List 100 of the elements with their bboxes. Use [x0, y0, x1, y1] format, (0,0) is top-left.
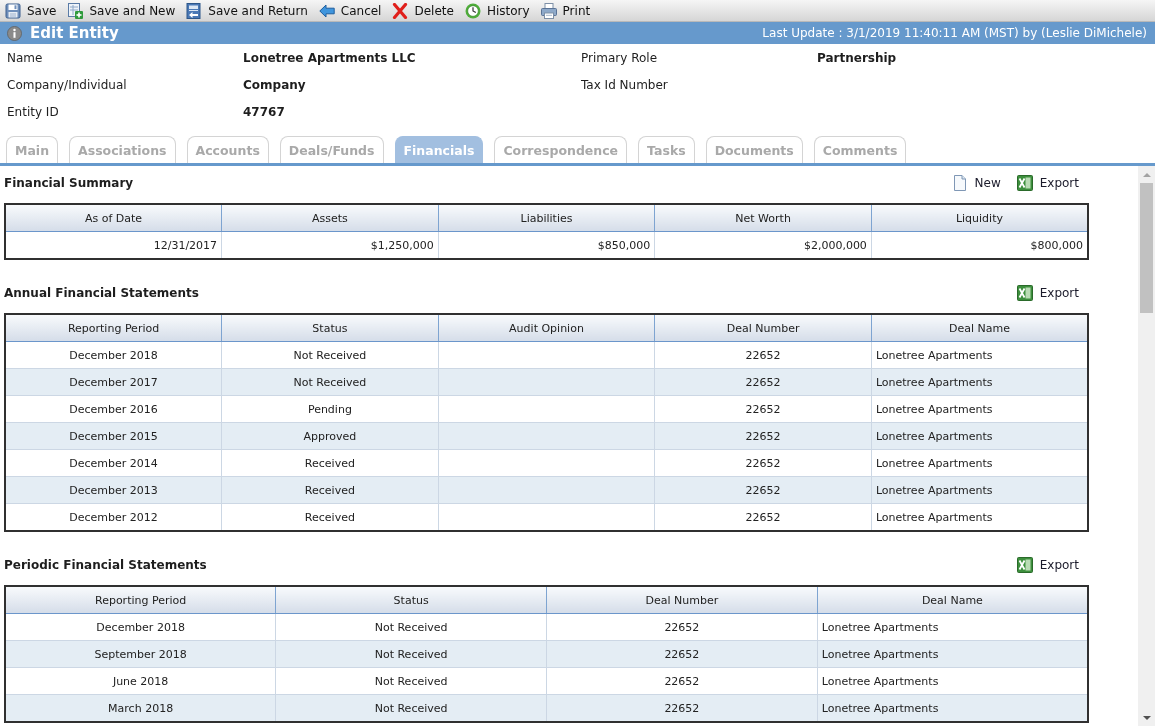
- table-cell: Lonetree Apartments: [817, 640, 1088, 668]
- export-link[interactable]: Export: [1016, 285, 1079, 301]
- table-cell: $1,250,000: [221, 231, 439, 259]
- table-cell: September 2018: [5, 640, 276, 668]
- table-cell: Received: [221, 503, 439, 531]
- table-cell: December 2013: [5, 476, 222, 504]
- column-header: Deal Name: [871, 314, 1088, 342]
- column-header: Liquidity: [871, 204, 1088, 232]
- cross-icon: [392, 2, 409, 19]
- table-cell: 22652: [654, 368, 872, 396]
- column-header: Deal Number: [546, 586, 818, 614]
- table-cell: $2,000,000: [654, 231, 872, 259]
- column-header: Status: [221, 314, 439, 342]
- column-header: Deal Name: [817, 586, 1088, 614]
- scrollbar[interactable]: [1138, 166, 1155, 726]
- delete-button[interactable]: Delete: [389, 0, 457, 21]
- page-title: Edit Entity: [30, 24, 119, 42]
- table-cell: December 2018: [5, 341, 222, 369]
- field-value: Partnership: [817, 50, 898, 65]
- table-cell: 22652: [654, 341, 872, 369]
- save-and-new-button[interactable]: Save and New: [64, 0, 179, 21]
- table-cell: June 2018: [5, 667, 276, 695]
- table-cell: Received: [221, 449, 439, 477]
- table-cell: Not Received: [221, 368, 439, 396]
- spreadsheet-icon: [1016, 557, 1033, 573]
- column-header: Deal Number: [654, 314, 872, 342]
- table-cell: 22652: [654, 395, 872, 423]
- save-and-return-button[interactable]: Save and Return: [183, 0, 311, 21]
- printer-icon: [540, 2, 557, 19]
- table-cell: Not Received: [221, 341, 439, 369]
- field-label: Company/Individual: [7, 77, 128, 92]
- section-title: Financial Summary: [4, 176, 134, 190]
- field-value: Company: [243, 77, 307, 92]
- column-header: Reporting Period: [5, 314, 222, 342]
- field-value: Lonetree Apartments LLC: [243, 50, 417, 65]
- column-header: As of Date: [5, 204, 222, 232]
- column-header: Reporting Period: [5, 586, 276, 614]
- spreadsheet-icon: [1016, 175, 1033, 191]
- table-cell: Not Received: [275, 694, 547, 722]
- column-header: Net Worth: [654, 204, 872, 232]
- info-icon: [7, 25, 22, 41]
- table-cell: December 2015: [5, 422, 222, 450]
- table-cell: Not Received: [275, 640, 547, 668]
- table-cell: $850,000: [438, 231, 655, 259]
- export-link[interactable]: Export: [1016, 557, 1079, 573]
- table-cell: Lonetree Apartments: [871, 476, 1088, 504]
- scrollbar-thumb[interactable]: [1140, 183, 1153, 313]
- table-cell: 22652: [546, 694, 818, 722]
- document-plus-icon: [67, 2, 84, 19]
- table-cell: 12/31/2017: [5, 231, 222, 259]
- field-label: Name: [7, 50, 44, 65]
- table-cell: Received: [221, 476, 439, 504]
- table-cell: Lonetree Apartments: [871, 341, 1088, 369]
- table-cell: 22652: [654, 476, 872, 504]
- field-label: Entity ID: [7, 104, 60, 119]
- table-cell: 22652: [654, 503, 872, 531]
- table-cell: Lonetree Apartments: [871, 368, 1088, 396]
- table-cell: December 2018: [5, 613, 276, 641]
- table-cell: 22652: [654, 422, 872, 450]
- table-cell: Pending: [221, 395, 439, 423]
- table-cell: Lonetree Apartments: [817, 694, 1088, 722]
- field-label: Tax Id Number: [581, 77, 669, 92]
- scroll-down-arrow-icon[interactable]: [1142, 715, 1151, 720]
- table-cell: Lonetree Apartments: [871, 422, 1088, 450]
- table-cell: Not Received: [275, 667, 547, 695]
- last-update-text: Last Update : 3/1/2019 11:40:11 AM (MST) by (Leslie DiMichele): [762, 26, 1147, 40]
- table-cell: Lonetree Apartments: [817, 667, 1088, 695]
- table-cell: December 2016: [5, 395, 222, 423]
- table-cell: Approved: [221, 422, 439, 450]
- clock-icon: [464, 2, 481, 19]
- section-title: Periodic Financial Statements: [4, 558, 207, 572]
- section-title: Annual Financial Statements: [4, 286, 199, 300]
- column-header: Status: [275, 586, 547, 614]
- table-cell: December 2012: [5, 503, 222, 531]
- table-cell: Lonetree Apartments: [871, 449, 1088, 477]
- history-button[interactable]: History: [461, 0, 533, 21]
- table-cell: March 2018: [5, 694, 276, 722]
- table-cell: 22652: [546, 640, 818, 668]
- print-button[interactable]: Print: [537, 0, 594, 21]
- table-cell: 22652: [654, 449, 872, 477]
- column-header: Liabilities: [438, 204, 655, 232]
- export-link[interactable]: Export: [1016, 175, 1079, 191]
- column-header: Assets: [221, 204, 439, 232]
- table-cell: December 2017: [5, 368, 222, 396]
- scroll-up-arrow-icon[interactable]: [1142, 172, 1151, 177]
- table-cell: December 2014: [5, 449, 222, 477]
- column-header: Audit Opinion: [438, 314, 655, 342]
- cancel-button[interactable]: Cancel: [315, 0, 385, 21]
- table-cell: Not Received: [275, 613, 547, 641]
- table-cell: Lonetree Apartments: [871, 395, 1088, 423]
- table-cell: Lonetree Apartments: [817, 613, 1088, 641]
- field-value: 47767: [243, 104, 286, 119]
- left-arrow-icon: [318, 2, 335, 19]
- table-cell: $800,000: [871, 231, 1088, 259]
- field-label: Primary Role: [581, 50, 659, 65]
- table-cell: 22652: [546, 667, 818, 695]
- new-link[interactable]: New: [951, 175, 1001, 191]
- save-button[interactable]: Save: [2, 0, 60, 21]
- spreadsheet-icon: [1016, 285, 1033, 301]
- document-icon: [951, 175, 968, 191]
